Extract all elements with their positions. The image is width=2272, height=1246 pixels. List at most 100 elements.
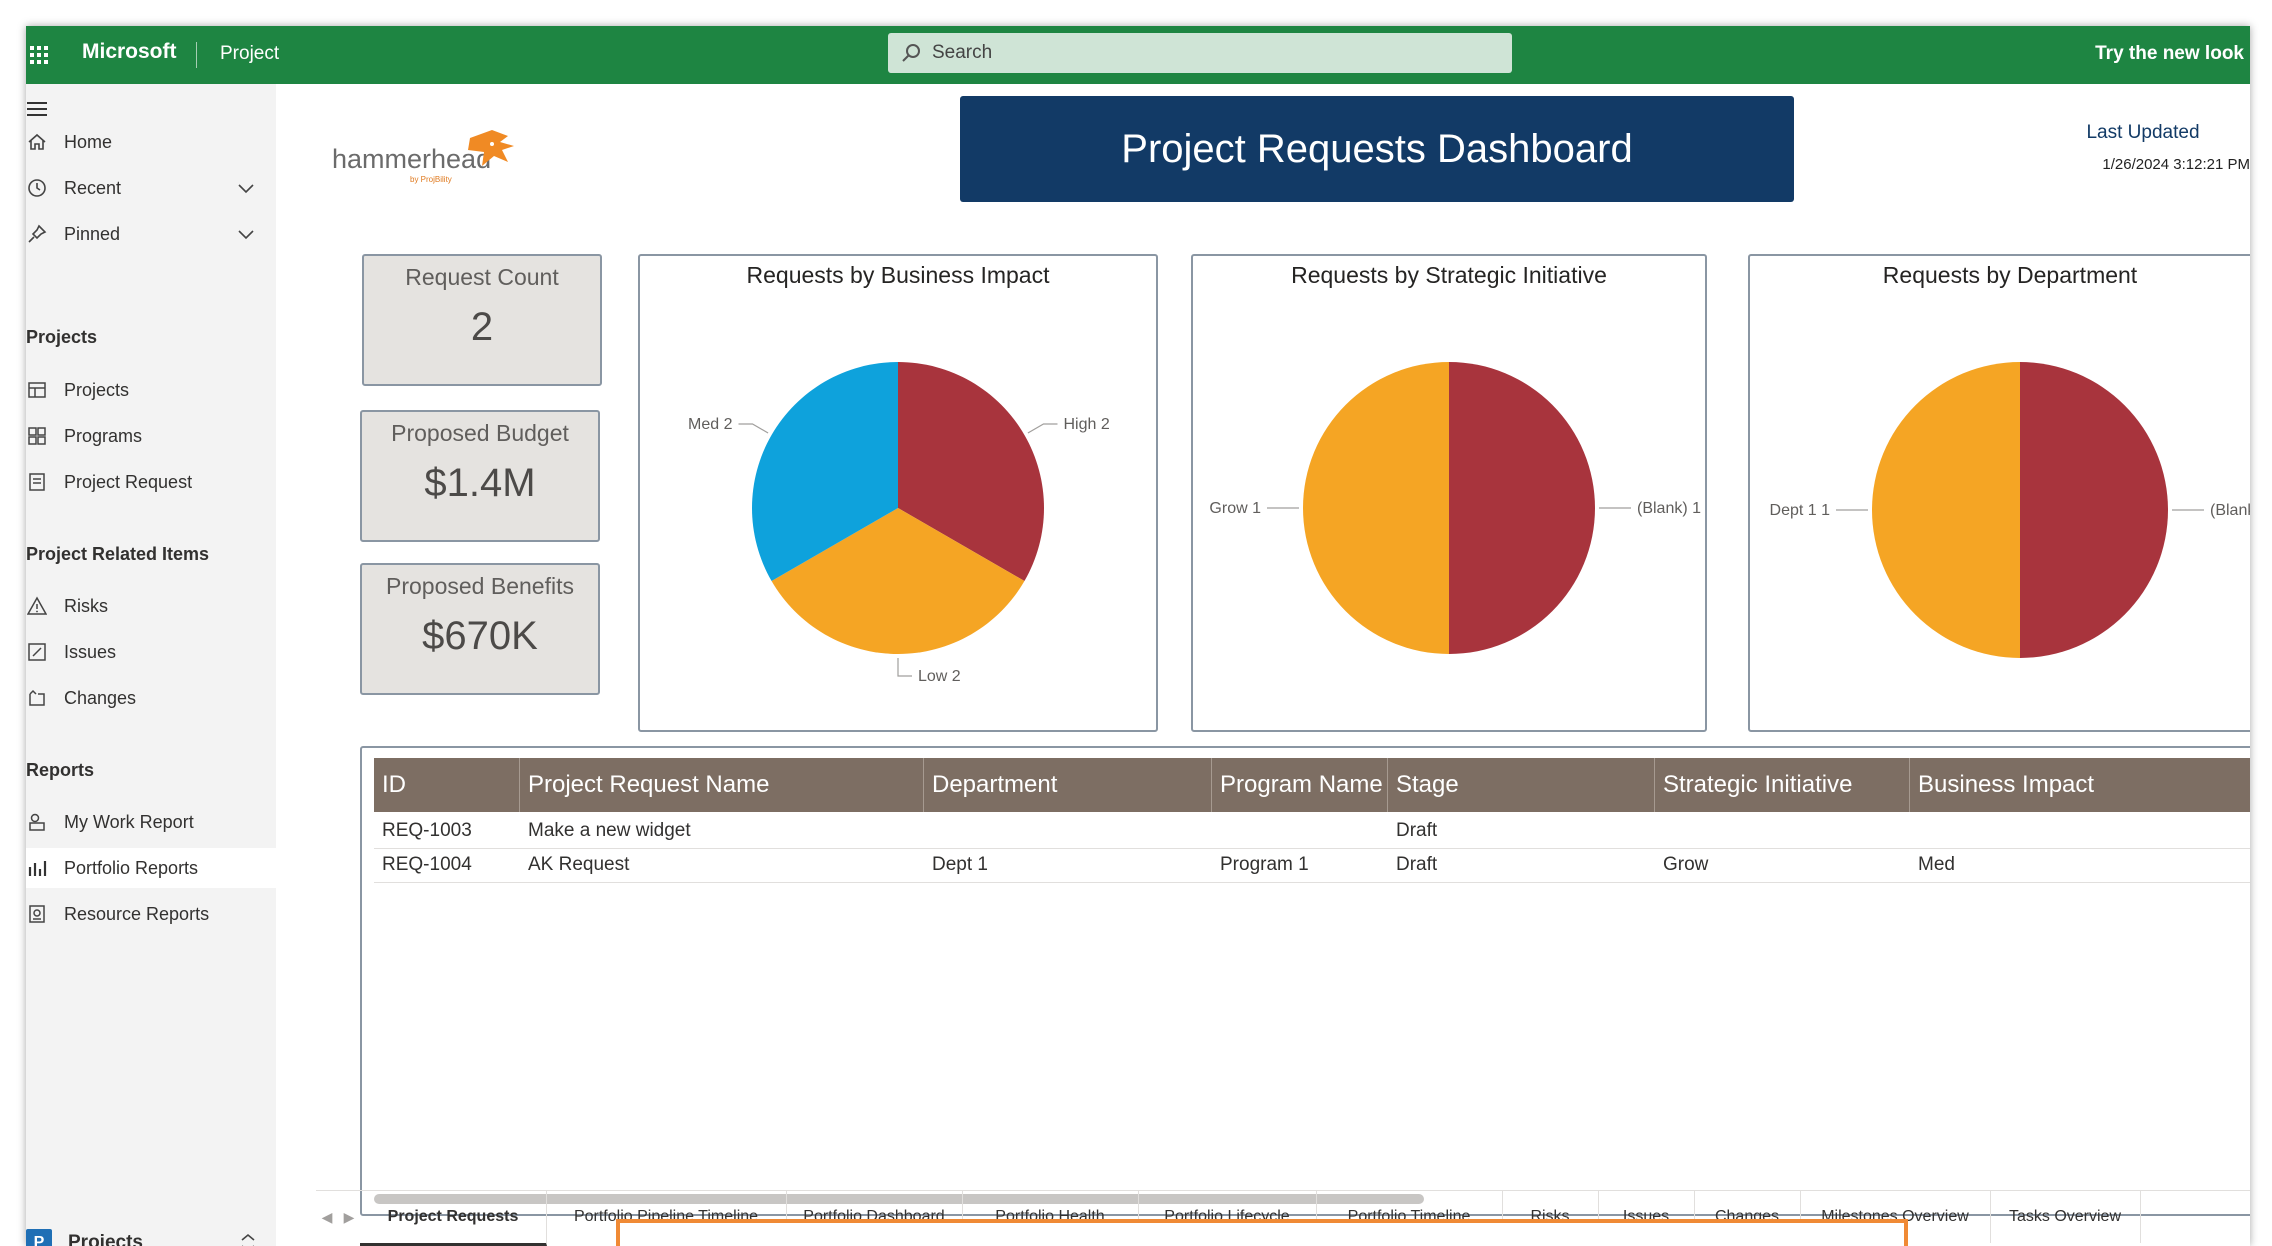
column-header[interactable]: Stage [1388,758,1655,812]
changes-icon [26,687,48,709]
column-header[interactable]: Strategic Initiative [1655,758,1910,812]
chart-department[interactable]: (Blank) 1 Dept 1 1 Requests by Department [1748,254,2250,732]
nav-risks[interactable]: Risks [26,586,276,626]
column-header[interactable]: Program Name [1212,758,1388,812]
table-cell: Grow [1663,854,1709,875]
requests-table[interactable]: ID Project Request Name Department Program … [360,746,2250,1216]
pie-slice-blank[interactable] [2020,362,2168,658]
pie-data-label: Med 2 [688,416,733,433]
table-header: ID Project Request Name Department Program … [374,758,2250,812]
pie-data-label: (Blank) 1 [1637,500,1701,517]
column-header[interactable]: Project Request Name [520,758,924,812]
chart-title: Requests by Department [1882,262,2138,288]
leader-line [1027,423,1058,434]
app-launcher-icon[interactable] [26,26,52,84]
dashboard-title: Project Requests Dashboard [960,96,1794,202]
pie-data-label: Low 2 [918,668,961,685]
nav-label: Pinned [64,223,121,244]
nav-programs[interactable]: Programs [26,416,276,456]
chart-strategic-initiative[interactable]: (Blank) 1 Grow 1 Requests by Strategic In… [1191,254,1707,732]
tab-tasks-overview[interactable]: Tasks Overview [1990,1191,2141,1243]
resource-icon [26,903,48,925]
chevron-right-icon[interactable]: ▶ [344,1209,355,1226]
report-canvas: hammerhead by ProjBility Project Request… [288,84,2250,1246]
search-box[interactable]: Search [888,33,1512,73]
nav-my-work-report[interactable]: My Work Report [26,802,276,842]
last-updated-value: 1/26/2024 3:12:21 PM [2102,156,2250,173]
kpi-label: Proposed Budget [391,420,569,446]
nav-label: Project Request [64,471,193,492]
programs-icon [26,425,48,447]
nav-label: My Work Report [64,811,194,832]
project-switcher[interactable]: P Projects [26,1226,276,1246]
svg-text:by ProjBility: by ProjBility [410,175,452,184]
chevron-up-down-icon[interactable] [238,1232,258,1246]
nav-label: Recent [64,177,122,198]
table-cell [1910,814,2250,848]
nav-recent[interactable]: Recent [26,168,276,208]
left-navigation: Home Recent Pinned Projects Projects Pro… [26,84,276,1246]
nav-label: Home [64,131,113,152]
projects-badge: P [26,1229,52,1246]
microsoft-brand[interactable]: Microsoft [82,40,177,64]
tab-project-requests[interactable]: Project Requests [360,1191,547,1246]
bar-chart-icon [26,857,48,879]
table-row[interactable]: REQ-1004 AK Request Dept 1 Program 1 Draft Gr… [374,848,2250,883]
pie-slice-dept-1[interactable] [1872,362,2020,658]
table-cell: Make a new widget [528,820,691,841]
kpi-proposed-benefits[interactable]: Proposed Benefits $670K [360,563,600,695]
table-row[interactable]: REQ-1003 Make a new widget Draft [374,814,2250,849]
nav-project-request[interactable]: Project Request [26,462,276,502]
pie-slice-grow[interactable] [1303,362,1449,654]
table-cell [1655,814,1910,848]
pie-svg: (Blank) 1 Grow 1 [1209,362,1701,654]
svg-text:hammerhead: hammerhead [332,144,491,174]
pie-data-label: Dept 1 1 [1770,502,1831,519]
chevron-left-icon[interactable]: ◀ [322,1209,333,1226]
column-header[interactable]: Department [924,758,1212,812]
pie-data-label: Grow 1 [1209,500,1261,517]
brand-divider [196,42,197,68]
leader-line [738,423,769,434]
kpi-request-count[interactable]: Request Count 2 [362,254,602,386]
nav-projects[interactable]: Projects [26,370,276,410]
chart-business-impact[interactable]: High 2 Low 2 Med 2 Requests by Business Im… [638,254,1158,732]
search-icon [902,44,920,62]
home-icon [26,131,48,153]
chevron-down-icon[interactable] [236,224,256,244]
nav-label: Portfolio Reports [64,857,199,878]
try-new-look-toggle[interactable]: Try the new look [2095,43,2244,65]
chevron-down-icon[interactable] [236,178,256,198]
column-header[interactable]: Business Impact [1910,758,2250,812]
table-cell [924,814,1212,848]
pie-data-label: (Blank) 1 [2210,502,2250,519]
app-name[interactable]: Project [220,43,279,65]
search-placeholder: Search [932,42,993,63]
request-icon [26,471,48,493]
last-updated-label: Last Updated [2086,122,2200,143]
nav-resource-reports[interactable]: Resource Reports [26,894,276,934]
nav-issues[interactable]: Issues [26,632,276,672]
table-cell: REQ-1003 [382,820,472,841]
tab-scroll-arrows[interactable]: ◀ ▶ [316,1191,360,1243]
projects-icon [26,379,48,401]
kpi-label: Proposed Benefits [386,573,574,599]
pie-svg: High 2 Low 2 Med 2 [688,362,1110,685]
hammerhead-logo: hammerhead by ProjBility [332,128,522,188]
kpi-proposed-budget[interactable]: Proposed Budget $1.4M [360,410,600,542]
pie-slice-blank[interactable] [1449,362,1595,654]
switcher-label: Projects [68,1232,143,1246]
nav-home[interactable]: Home [26,122,276,162]
nav-pinned[interactable]: Pinned [26,214,276,254]
nav-portfolio-reports[interactable]: Portfolio Reports [26,848,276,888]
nav-label: Projects [64,379,130,400]
chart-title: Requests by Business Impact [746,262,1050,288]
column-header[interactable]: ID [374,758,520,812]
kpi-value: 2 [470,305,494,349]
my-work-icon [26,811,48,833]
pie-data-label: High 2 [1063,416,1109,433]
nav-label: Resource Reports [64,903,210,924]
table-cell: Program 1 [1220,854,1309,875]
table-cell: AK Request [528,854,630,875]
nav-changes[interactable]: Changes [26,678,276,718]
